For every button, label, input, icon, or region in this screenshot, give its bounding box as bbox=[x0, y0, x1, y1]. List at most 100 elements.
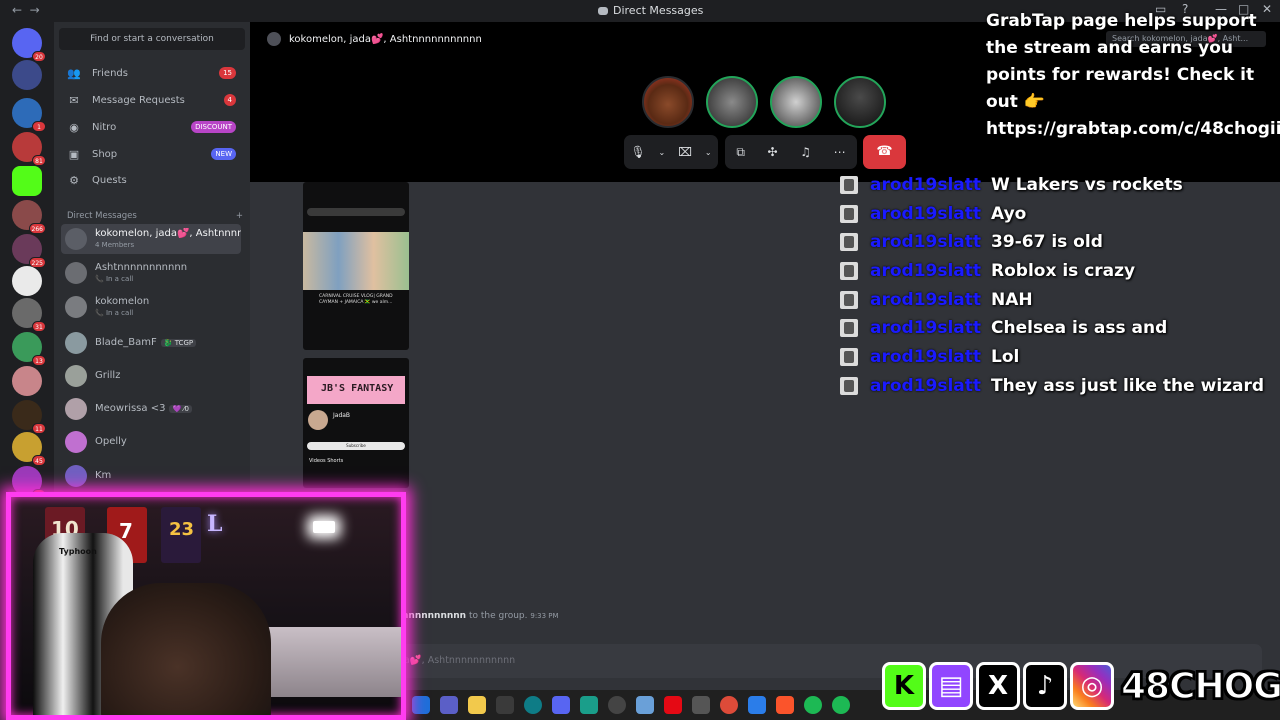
shop-icon: ▣ bbox=[68, 147, 80, 161]
dm-item[interactable]: Opelly bbox=[61, 427, 241, 457]
app-icon[interactable] bbox=[580, 696, 598, 714]
stream-chat-line: arod19slatt Roblox is crazy bbox=[840, 259, 1135, 283]
dm-item[interactable]: Km bbox=[61, 461, 241, 491]
chat-message: Lol bbox=[991, 347, 1020, 367]
dm-name: kokomelon, jada💕, Ashtnnnnn... bbox=[95, 228, 241, 239]
brave-icon[interactable] bbox=[776, 696, 794, 714]
home-server-icon[interactable]: 20 bbox=[12, 28, 46, 62]
quests-icon: ⚙ bbox=[69, 173, 79, 187]
server-icon[interactable]: 31 bbox=[12, 298, 46, 332]
server-icon[interactable] bbox=[12, 266, 42, 296]
dm-item[interactable]: Grillz bbox=[61, 361, 241, 391]
call-title: kokomelon, jada💕, Ashtnnnnnnnnnnn bbox=[289, 33, 482, 45]
jersey-number: 23 bbox=[169, 519, 195, 540]
participant-avatar[interactable] bbox=[642, 76, 694, 128]
create-dm-plus-icon[interactable]: + bbox=[236, 211, 243, 221]
activities-icon[interactable]: ✣ bbox=[768, 145, 778, 159]
chat-badge-icon bbox=[840, 233, 858, 251]
discord-taskbar-icon[interactable] bbox=[552, 696, 570, 714]
twitch-logo-icon: ▤ bbox=[929, 662, 973, 710]
microphone-icon[interactable]: 🎙 bbox=[630, 145, 645, 159]
new-badge: NEW bbox=[211, 148, 236, 160]
server-badge: 13 bbox=[32, 355, 46, 366]
server-icon[interactable]: 266 bbox=[12, 200, 46, 234]
window-title-text: Direct Messages bbox=[613, 4, 704, 17]
shared-screenshot-1[interactable]: CARNIVAL CRUISE VLOG| GRAND CAYMAN + JAM… bbox=[303, 182, 409, 350]
server-icon[interactable]: 1 bbox=[12, 98, 46, 132]
chevron-down-icon[interactable]: ⌄ bbox=[705, 148, 712, 157]
x-logo-icon: X bbox=[976, 662, 1020, 710]
app-icon[interactable] bbox=[748, 696, 766, 714]
system-message-text: to the group. bbox=[468, 611, 528, 621]
chat-username: arod19slatt bbox=[870, 204, 982, 224]
chat-badge-icon bbox=[840, 319, 858, 337]
server-icon[interactable]: 81 bbox=[12, 132, 46, 166]
teams-icon[interactable] bbox=[440, 696, 458, 714]
kick-logo-icon: K bbox=[882, 662, 926, 710]
nav-label: Shop bbox=[92, 148, 118, 160]
dm-item[interactable]: Blade_BamF 🐉 TCGP bbox=[61, 328, 241, 358]
dm-item[interactable]: Meowrissa <3 💜 ⁄0 bbox=[61, 394, 241, 424]
file-explorer-icon[interactable] bbox=[468, 696, 486, 714]
back-arrow-icon[interactable]: ← → bbox=[12, 3, 40, 17]
avatar bbox=[65, 465, 87, 487]
participant-avatar[interactable] bbox=[834, 76, 886, 128]
activity-controls: ⧉ ✣ ♫ ⋯ bbox=[725, 135, 857, 169]
nav-shop[interactable]: ▣ Shop NEW bbox=[62, 141, 242, 167]
server-icon[interactable]: 11 bbox=[12, 400, 46, 434]
stream-chat-line: arod19slatt They ass just like the wizar… bbox=[840, 374, 1264, 398]
chevron-down-icon[interactable]: ⌄ bbox=[659, 148, 666, 157]
dm-item[interactable]: kokomelon, jada💕, Ashtnnnnn... 4 Members bbox=[61, 224, 241, 254]
nav-nitro[interactable]: ◉ Nitro DISCOUNT bbox=[62, 114, 242, 140]
app-icon[interactable] bbox=[692, 696, 710, 714]
audio-video-controls: 🎙 ⌄ ⌧ ⌄ bbox=[624, 135, 718, 169]
server-badge: 20 bbox=[32, 51, 46, 62]
server-icon[interactable]: 13 bbox=[12, 332, 46, 366]
edge-icon[interactable] bbox=[524, 696, 542, 714]
soundboard-icon[interactable]: ♫ bbox=[800, 145, 811, 159]
hang-up-icon: ☎ bbox=[876, 144, 893, 159]
chrome-icon[interactable] bbox=[720, 696, 738, 714]
system-message-name: nnnnnnnnnn bbox=[402, 611, 467, 621]
nav-quests[interactable]: ⚙ Quests bbox=[62, 167, 242, 193]
chat-message: NAH bbox=[991, 290, 1033, 310]
dm-name-row: Blade_BamF 🐉 TCGP bbox=[95, 337, 197, 348]
camera-off-icon[interactable]: ⌧ bbox=[678, 145, 692, 159]
chat-username: arod19slatt bbox=[870, 376, 982, 396]
obs-icon[interactable] bbox=[608, 696, 626, 714]
server-icon[interactable] bbox=[12, 366, 42, 396]
instagram-logo-icon: ◎ bbox=[1070, 662, 1114, 710]
netflix-icon[interactable] bbox=[664, 696, 682, 714]
chat-message: Ayo bbox=[991, 204, 1027, 224]
app-icon[interactable] bbox=[636, 696, 654, 714]
shared-screenshot-2[interactable]: JB'S FANTASY JadaB Subscribe Videos Shor… bbox=[303, 358, 409, 488]
spotify-icon[interactable] bbox=[804, 696, 822, 714]
dm-item[interactable]: Ashtnnnnnnnnnnn 📞 In a call bbox=[61, 258, 241, 288]
kick-server-icon[interactable] bbox=[12, 166, 42, 196]
participant-avatar[interactable] bbox=[706, 76, 758, 128]
app-icon[interactable] bbox=[832, 696, 850, 714]
participant-avatar[interactable] bbox=[770, 76, 822, 128]
nav-message-requests[interactable]: ✉ Message Requests 4 bbox=[62, 87, 242, 113]
screen-share-icon[interactable]: ⧉ bbox=[736, 145, 745, 160]
dm-subtitle: 4 Members bbox=[95, 241, 135, 249]
avatar bbox=[65, 296, 87, 318]
server-icon[interactable] bbox=[12, 60, 42, 90]
nav-friends[interactable]: 👥 Friends 15 bbox=[62, 60, 242, 86]
server-icon[interactable]: 45 bbox=[12, 432, 46, 466]
find-conversation-button[interactable]: Find or start a conversation bbox=[59, 28, 245, 50]
copilot-icon[interactable] bbox=[412, 696, 430, 714]
more-options-icon[interactable]: ⋯ bbox=[834, 145, 846, 159]
chat-badge-icon bbox=[840, 205, 858, 223]
chat-message: They ass just like the wizard bbox=[991, 376, 1265, 396]
disconnect-call-button[interactable]: ☎ bbox=[863, 135, 906, 169]
stream-chat-line: arod19slatt NAH bbox=[840, 288, 1033, 312]
stream-promo-text: GrabTap page helps support the stream an… bbox=[986, 11, 1280, 139]
channel-name: JadaB bbox=[333, 412, 351, 419]
store-icon[interactable] bbox=[496, 696, 514, 714]
dm-item[interactable]: kokomelon 📞 In a call bbox=[61, 292, 241, 322]
avatar bbox=[65, 228, 87, 250]
tiktok-logo-icon: ♪ bbox=[1023, 662, 1067, 710]
server-icon[interactable]: 225 bbox=[12, 234, 46, 268]
system-message-time: 9:33 PM bbox=[530, 612, 559, 620]
